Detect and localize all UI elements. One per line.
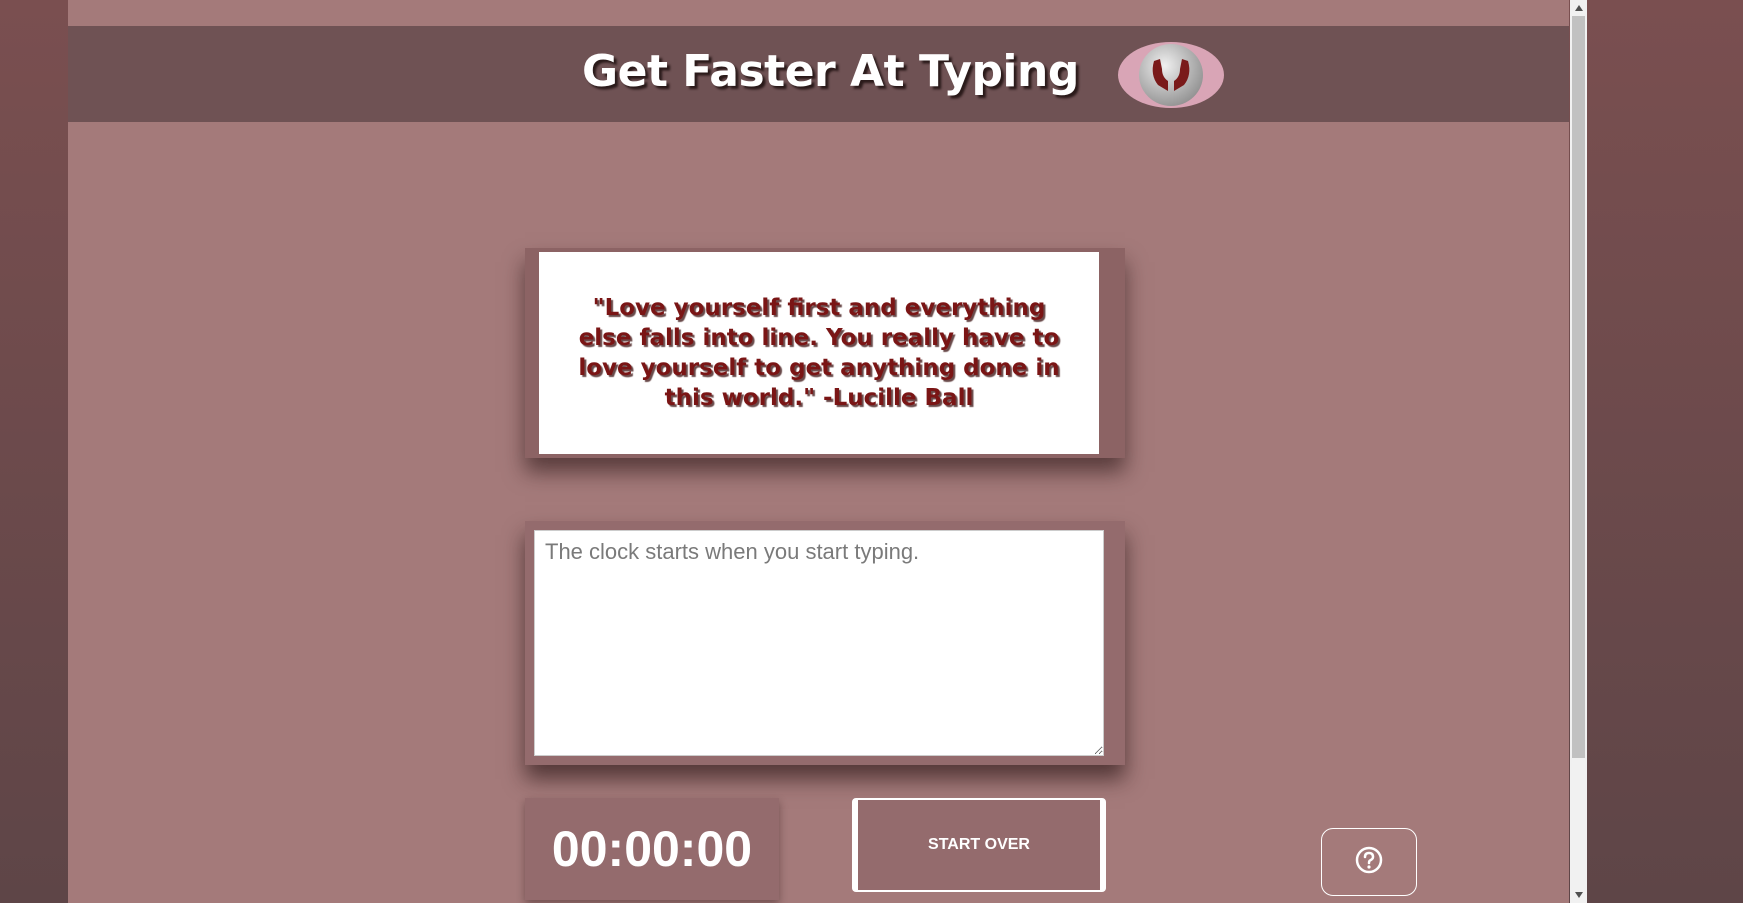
logo xyxy=(1118,42,1224,108)
header-bar: Get Faster At Typing xyxy=(68,26,1569,122)
help-button[interactable] xyxy=(1321,828,1417,896)
scrollbar-thumb[interactable] xyxy=(1572,16,1585,758)
scroll-up-arrow-icon[interactable] xyxy=(1570,0,1587,16)
quote-text: "Love yourself first and everything else… xyxy=(578,295,1060,411)
quote-card: "Love yourself first and everything else… xyxy=(525,248,1125,458)
start-over-button[interactable]: START OVER xyxy=(852,798,1106,892)
typing-area-frame xyxy=(525,521,1125,765)
scroll-down-arrow-icon[interactable] xyxy=(1570,887,1587,903)
hands-holding-sphere-icon xyxy=(1139,44,1203,106)
top-strip xyxy=(68,0,1569,26)
page-title: Get Faster At Typing xyxy=(582,46,1079,97)
timer-display: 00:00:00 xyxy=(525,798,779,900)
vertical-scrollbar[interactable] xyxy=(1570,0,1587,903)
question-circle-icon xyxy=(1354,845,1384,880)
page-container: Get Faster At Typing "Love yourself firs… xyxy=(68,0,1569,903)
typing-input[interactable] xyxy=(534,530,1104,756)
quote-panel: "Love yourself first and everything else… xyxy=(539,252,1099,454)
